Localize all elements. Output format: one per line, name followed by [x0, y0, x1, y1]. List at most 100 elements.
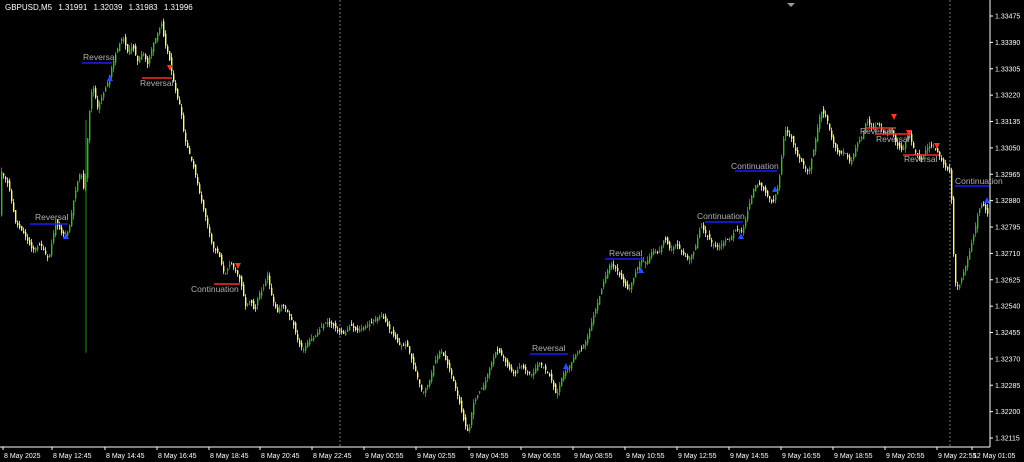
candle-body [187, 142, 189, 148]
time-tick-label: 8 May 22:45 [313, 453, 352, 460]
candle-body [745, 219, 747, 227]
candle-body [367, 325, 369, 327]
candle-body [817, 127, 819, 142]
candle-body [933, 146, 935, 148]
candle-body [829, 123, 831, 130]
candle-body [465, 417, 467, 427]
candle-body [689, 258, 691, 261]
candle-body [167, 46, 169, 52]
candle-body [743, 227, 745, 234]
candle-body [53, 232, 55, 243]
candle-body [449, 362, 451, 370]
candle-body [687, 255, 689, 259]
candle-body [973, 235, 975, 242]
time-tick-label: 9 May 02:55 [417, 453, 456, 460]
candle-body [591, 322, 593, 331]
candle-body [155, 38, 157, 44]
candle-body [811, 158, 813, 170]
candle-body [961, 278, 963, 283]
candle-body [201, 195, 203, 202]
candle-body [117, 48, 119, 53]
candle-body [415, 366, 417, 372]
candle-body [813, 149, 815, 157]
candle-body [749, 203, 751, 209]
candle-body [599, 296, 601, 305]
price-tick-label: 1.32795 [995, 225, 1020, 232]
candle-body [373, 320, 375, 322]
price-axis[interactable]: 1.33475 1.33390 1.33305 1.33220 1.33135 1.330… [989, 0, 1020, 447]
candle-body [731, 236, 733, 241]
candle-body [381, 315, 383, 317]
candle-body [603, 281, 605, 288]
candle-body [461, 400, 463, 412]
candle-body [3, 173, 5, 176]
candle-body [831, 130, 833, 138]
time-axis[interactable]: 8 May 2025 8 May 12:45 8 May 14:45 8 May 16… [0, 446, 1016, 460]
candle-body [987, 208, 989, 215]
candle-body [487, 374, 489, 379]
candle-body [307, 342, 309, 348]
candle-body [517, 369, 519, 373]
candle-body [529, 371, 531, 373]
candle-body [471, 412, 473, 426]
candle-body [717, 245, 719, 247]
candle-body [625, 281, 627, 286]
candle-body [179, 99, 181, 105]
candle-body [29, 239, 31, 245]
candle-body [783, 138, 785, 156]
signal-label: Reversal [904, 154, 938, 164]
candle-body [199, 184, 201, 193]
candle-body [161, 23, 163, 27]
candle-body [333, 323, 335, 326]
candle-body [249, 301, 251, 303]
candle-body [19, 224, 21, 228]
price-tick-label: 1.32710 [995, 251, 1020, 258]
candle-body [257, 298, 259, 306]
candle-body [321, 326, 323, 328]
candle-body [285, 306, 287, 309]
candle-body [287, 309, 289, 313]
candle-body [679, 244, 681, 249]
candle-body [759, 182, 761, 186]
candle-body [527, 371, 529, 373]
candle-body [231, 263, 233, 265]
candle-body [697, 237, 699, 249]
candle-body [975, 226, 977, 234]
scroll-marker-icon[interactable] [787, 3, 795, 7]
candle-body [313, 337, 315, 340]
candle-body [751, 195, 753, 205]
candle-body [695, 246, 697, 250]
candle-body [263, 287, 265, 289]
candle-body [621, 273, 623, 280]
candle-body [837, 147, 839, 153]
candle-body [539, 363, 541, 365]
candle-body [483, 385, 485, 391]
candle-body [715, 245, 717, 247]
candle-body [481, 388, 483, 390]
candle-body [581, 347, 583, 349]
candle-body [533, 372, 535, 376]
candle-body [683, 251, 685, 255]
time-tick-label: 9 May 10:55 [626, 453, 665, 460]
candle-body [193, 161, 195, 168]
candle-body [937, 148, 939, 153]
candle-body [267, 275, 269, 280]
candle-body [17, 222, 19, 226]
candle-body [227, 268, 229, 271]
candle-body [375, 318, 377, 322]
candle-body [781, 157, 783, 175]
candle-body [143, 54, 145, 56]
price-chart[interactable]: Reversal Reversal Reversal Continuation Reve… [0, 0, 1024, 462]
quote-close: 1.31996 [163, 3, 193, 12]
candle-body [349, 326, 351, 330]
candle-body [247, 303, 249, 305]
candle-body [983, 203, 985, 206]
candle-body [133, 45, 135, 49]
candle-body [671, 249, 673, 251]
candle-body [229, 264, 231, 267]
candle-body [49, 254, 51, 258]
sell-arrow-icon [934, 143, 940, 149]
candle-body [463, 410, 465, 420]
candle-body [587, 336, 589, 344]
candle-body [361, 328, 363, 330]
